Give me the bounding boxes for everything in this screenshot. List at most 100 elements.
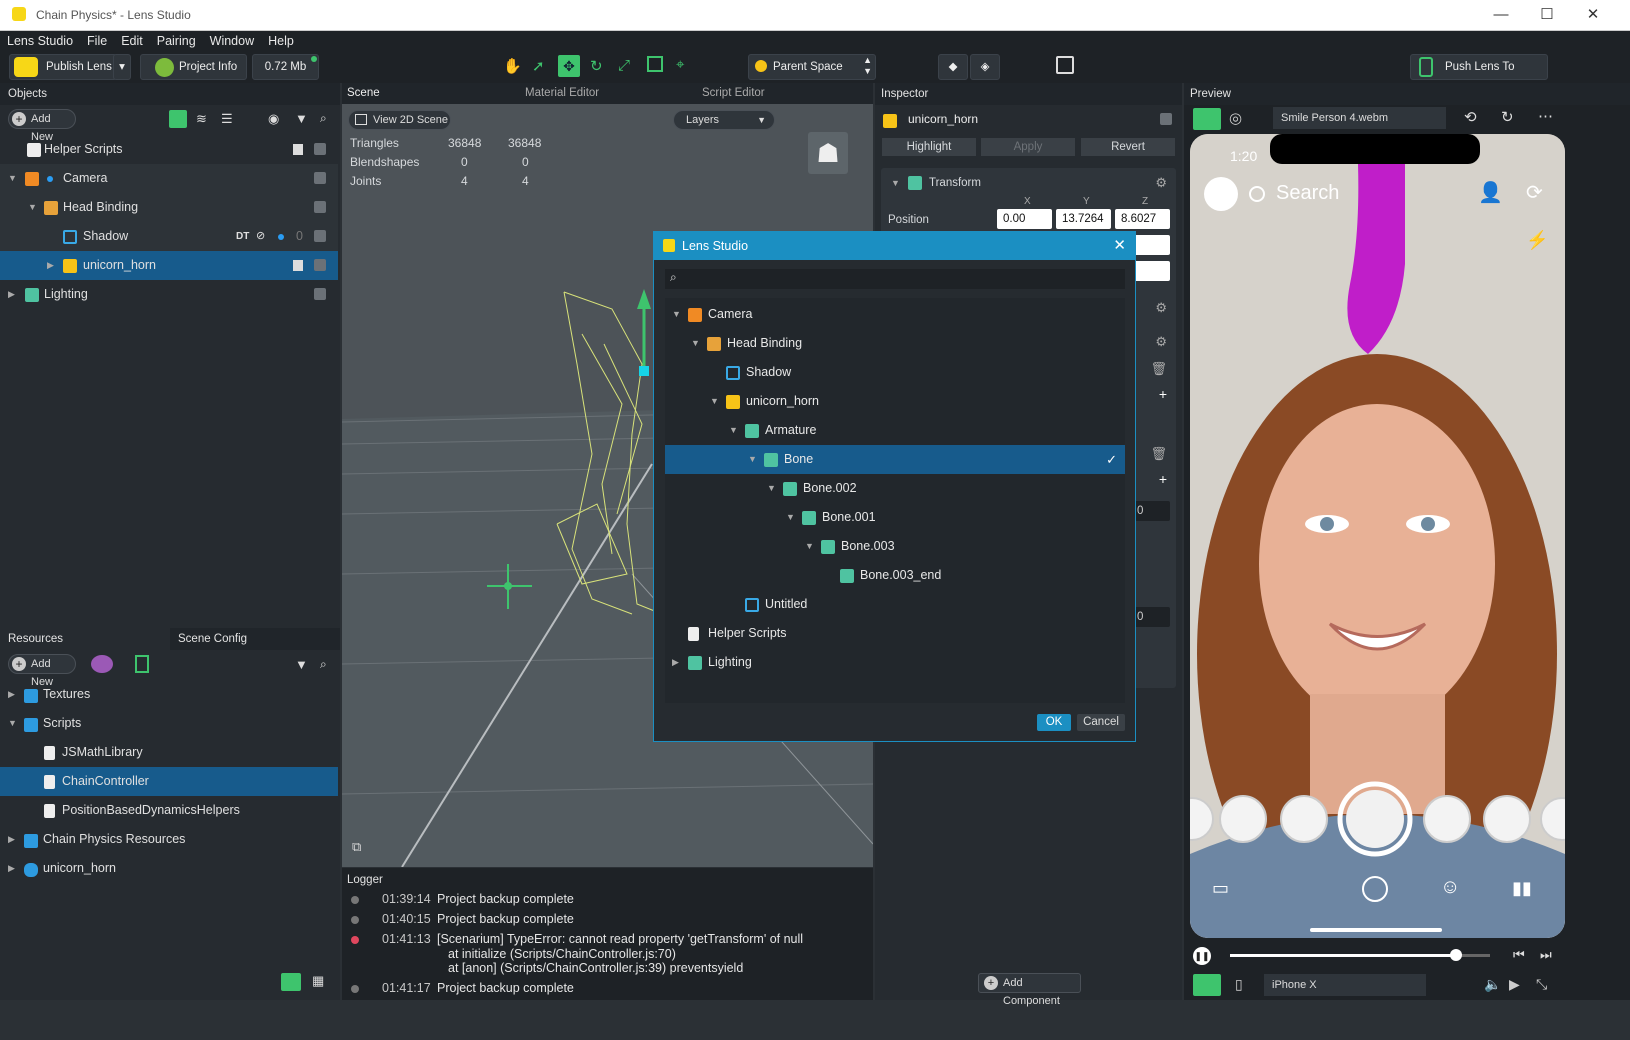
tree-row-lighting[interactable]: ▶ Lighting: [665, 648, 1125, 677]
object-row-lighting[interactable]: ▶ Lighting: [0, 280, 338, 309]
tree-row-bone-003-end[interactable]: Bone.003_end: [665, 561, 1125, 590]
video-source-select[interactable]: Smile Person 4.webm: [1273, 107, 1446, 129]
menu-window[interactable]: Window: [203, 31, 261, 51]
enabled-checkbox[interactable]: [314, 201, 326, 213]
marketplace-icon[interactable]: [135, 655, 149, 673]
pause-icon[interactable]: ❚❚: [1193, 947, 1211, 965]
search-icon[interactable]: ⌕: [320, 657, 327, 672]
playback-knob[interactable]: [1450, 949, 1463, 961]
resource-row-textures[interactable]: ▶ Textures: [0, 680, 338, 709]
add-component-button[interactable]: + Add Component: [978, 973, 1081, 1007]
playback-track[interactable]: [1230, 949, 1490, 961]
publish-lens-button[interactable]: Publish Lens: [9, 54, 117, 80]
space-select[interactable]: Parent Space ▲ ▼: [748, 54, 876, 80]
object-row-helper-scripts[interactable]: Helper Scripts: [0, 135, 338, 164]
reset-view-icon[interactable]: ⧉: [352, 839, 361, 855]
object-row-shadow[interactable]: Shadow DT ⊘ 0: [0, 222, 338, 251]
highlight-button[interactable]: Highlight: [882, 138, 976, 156]
snap-button[interactable]: ◆: [938, 54, 968, 80]
value-field[interactable]: 0: [1131, 501, 1170, 521]
screenshot-icon[interactable]: ⤡: [1536, 976, 1547, 993]
tree-row-unicorn-horn[interactable]: ▼ unicorn_horn: [665, 387, 1125, 416]
minimize-button[interactable]: —: [1478, 0, 1524, 31]
scale-tool-icon[interactable]: ⤢: [618, 57, 630, 74]
camera-flip-icon[interactable]: ⟲: [1464, 108, 1477, 126]
object-row-unicorn-horn[interactable]: ▶ unicorn_horn: [0, 251, 338, 280]
resource-row-jsmathlibrary[interactable]: JSMathLibrary: [0, 738, 338, 767]
tree-row-bone-002[interactable]: ▼ Bone.002: [665, 474, 1125, 503]
list-view-icon[interactable]: [281, 973, 301, 991]
hand-tool-icon[interactable]: ✋: [503, 57, 523, 77]
position-z-field[interactable]: 8.6027: [1115, 209, 1170, 229]
select-tool-icon[interactable]: ➚: [532, 57, 552, 77]
gear-icon[interactable]: ⚙: [1155, 175, 1167, 191]
filter-icon[interactable]: ▼: [295, 111, 308, 126]
enabled-checkbox[interactable]: [314, 259, 326, 271]
video-camera-icon[interactable]: ▶: [1509, 976, 1520, 993]
inspector-object-name[interactable]: unicorn_horn: [908, 112, 978, 126]
asset-library-icon[interactable]: [91, 655, 113, 673]
tab-scene[interactable]: Scene: [347, 87, 380, 99]
tree-row-bone-003[interactable]: ▼ Bone.003: [665, 532, 1125, 561]
more-icon[interactable]: ⋯: [1538, 107, 1553, 125]
enabled-checkbox[interactable]: [314, 288, 326, 300]
device-select[interactable]: iPhone X: [1264, 974, 1426, 996]
skip-forward-icon[interactable]: ⏭: [1540, 947, 1552, 963]
add-item-icon[interactable]: +: [1159, 386, 1167, 402]
grid-snap-button[interactable]: ◈: [970, 54, 1000, 80]
menu-help[interactable]: Help: [261, 31, 301, 51]
enabled-checkbox[interactable]: [314, 230, 326, 242]
tree-row-bone-001[interactable]: ▼ Bone.001: [665, 503, 1125, 532]
project-info-button[interactable]: Project Info: [140, 54, 247, 80]
tree-row-helper-scripts[interactable]: Helper Scripts: [665, 619, 1125, 648]
cursor-select-icon[interactable]: [1056, 56, 1074, 74]
dialog-close-icon[interactable]: ✕: [1113, 232, 1126, 260]
phone-preview[interactable]: 1:20 Search 👤 ⟳ ⚡ ▭ ☺ ▮▮: [1190, 134, 1565, 938]
menu-file[interactable]: File: [80, 31, 114, 51]
rect-tool-icon[interactable]: [647, 56, 663, 72]
move-tool-icon[interactable]: ✥: [558, 55, 580, 77]
skip-back-icon[interactable]: ⏮: [1513, 947, 1525, 963]
reset-icon[interactable]: ↻: [1501, 108, 1514, 126]
menu-edit[interactable]: Edit: [114, 31, 150, 51]
add-new-object-button[interactable]: + Add New: [8, 109, 76, 143]
gear-icon[interactable]: ⚙: [1155, 300, 1167, 316]
focus-tool-icon[interactable]: ⌖: [676, 56, 684, 73]
webcam-icon[interactable]: ◎: [1229, 109, 1242, 127]
menu-lens-studio[interactable]: Lens Studio: [0, 31, 80, 51]
collapse-arrow-icon[interactable]: ▼: [891, 178, 900, 188]
layers-dropdown[interactable]: Layers ▼: [673, 110, 775, 130]
landscape-icon[interactable]: ▯: [1235, 976, 1243, 993]
layers-icon[interactable]: ≋: [196, 111, 207, 127]
tree-row-camera[interactable]: ▼ Camera: [665, 300, 1125, 329]
view-2d-scene-button[interactable]: View 2D Scene: [348, 110, 451, 130]
hierarchy-icon[interactable]: ☰: [221, 111, 233, 127]
resource-row-pbd-helpers[interactable]: PositionBasedDynamicsHelpers: [0, 796, 338, 825]
filter-icon[interactable]: ▼: [295, 657, 308, 672]
gear-icon[interactable]: ⚙: [1155, 334, 1167, 350]
portrait-icon[interactable]: [1193, 974, 1221, 996]
view-gizmo-ghost-icon[interactable]: ☗: [808, 132, 848, 174]
resource-row-unicorn-horn[interactable]: ▶ unicorn_horn: [0, 854, 338, 883]
enabled-checkbox[interactable]: [1160, 113, 1172, 125]
ok-button[interactable]: OK: [1037, 714, 1071, 731]
tree-row-shadow[interactable]: Shadow: [665, 358, 1125, 387]
tree-row-bone[interactable]: ▼ Bone ✓: [665, 445, 1125, 474]
resource-row-scripts[interactable]: ▼ Scripts: [0, 709, 338, 738]
value-field[interactable]: 0: [1131, 607, 1170, 627]
maximize-button[interactable]: ☐: [1524, 0, 1570, 31]
tab-script-editor[interactable]: Script Editor: [702, 87, 765, 99]
cancel-button[interactable]: Cancel: [1077, 714, 1125, 731]
position-y-field[interactable]: 13.7264: [1056, 209, 1111, 229]
close-window-button[interactable]: ✕: [1570, 0, 1616, 31]
apply-button[interactable]: Apply: [981, 138, 1075, 156]
push-lens-button[interactable]: Push Lens To Device: [1410, 54, 1548, 97]
dialog-search-input[interactable]: [687, 269, 1117, 289]
tab-scene-config[interactable]: Scene Config: [170, 628, 340, 650]
eye-icon[interactable]: ◉: [268, 111, 279, 127]
trash-icon[interactable]: 🗑: [1150, 361, 1167, 377]
volume-icon[interactable]: 🔈: [1484, 976, 1501, 993]
rotate-tool-icon[interactable]: ↻: [590, 57, 603, 75]
resource-row-chain-physics-resources[interactable]: ▶ Chain Physics Resources: [0, 825, 338, 854]
tree-row-armature[interactable]: ▼ Armature: [665, 416, 1125, 445]
